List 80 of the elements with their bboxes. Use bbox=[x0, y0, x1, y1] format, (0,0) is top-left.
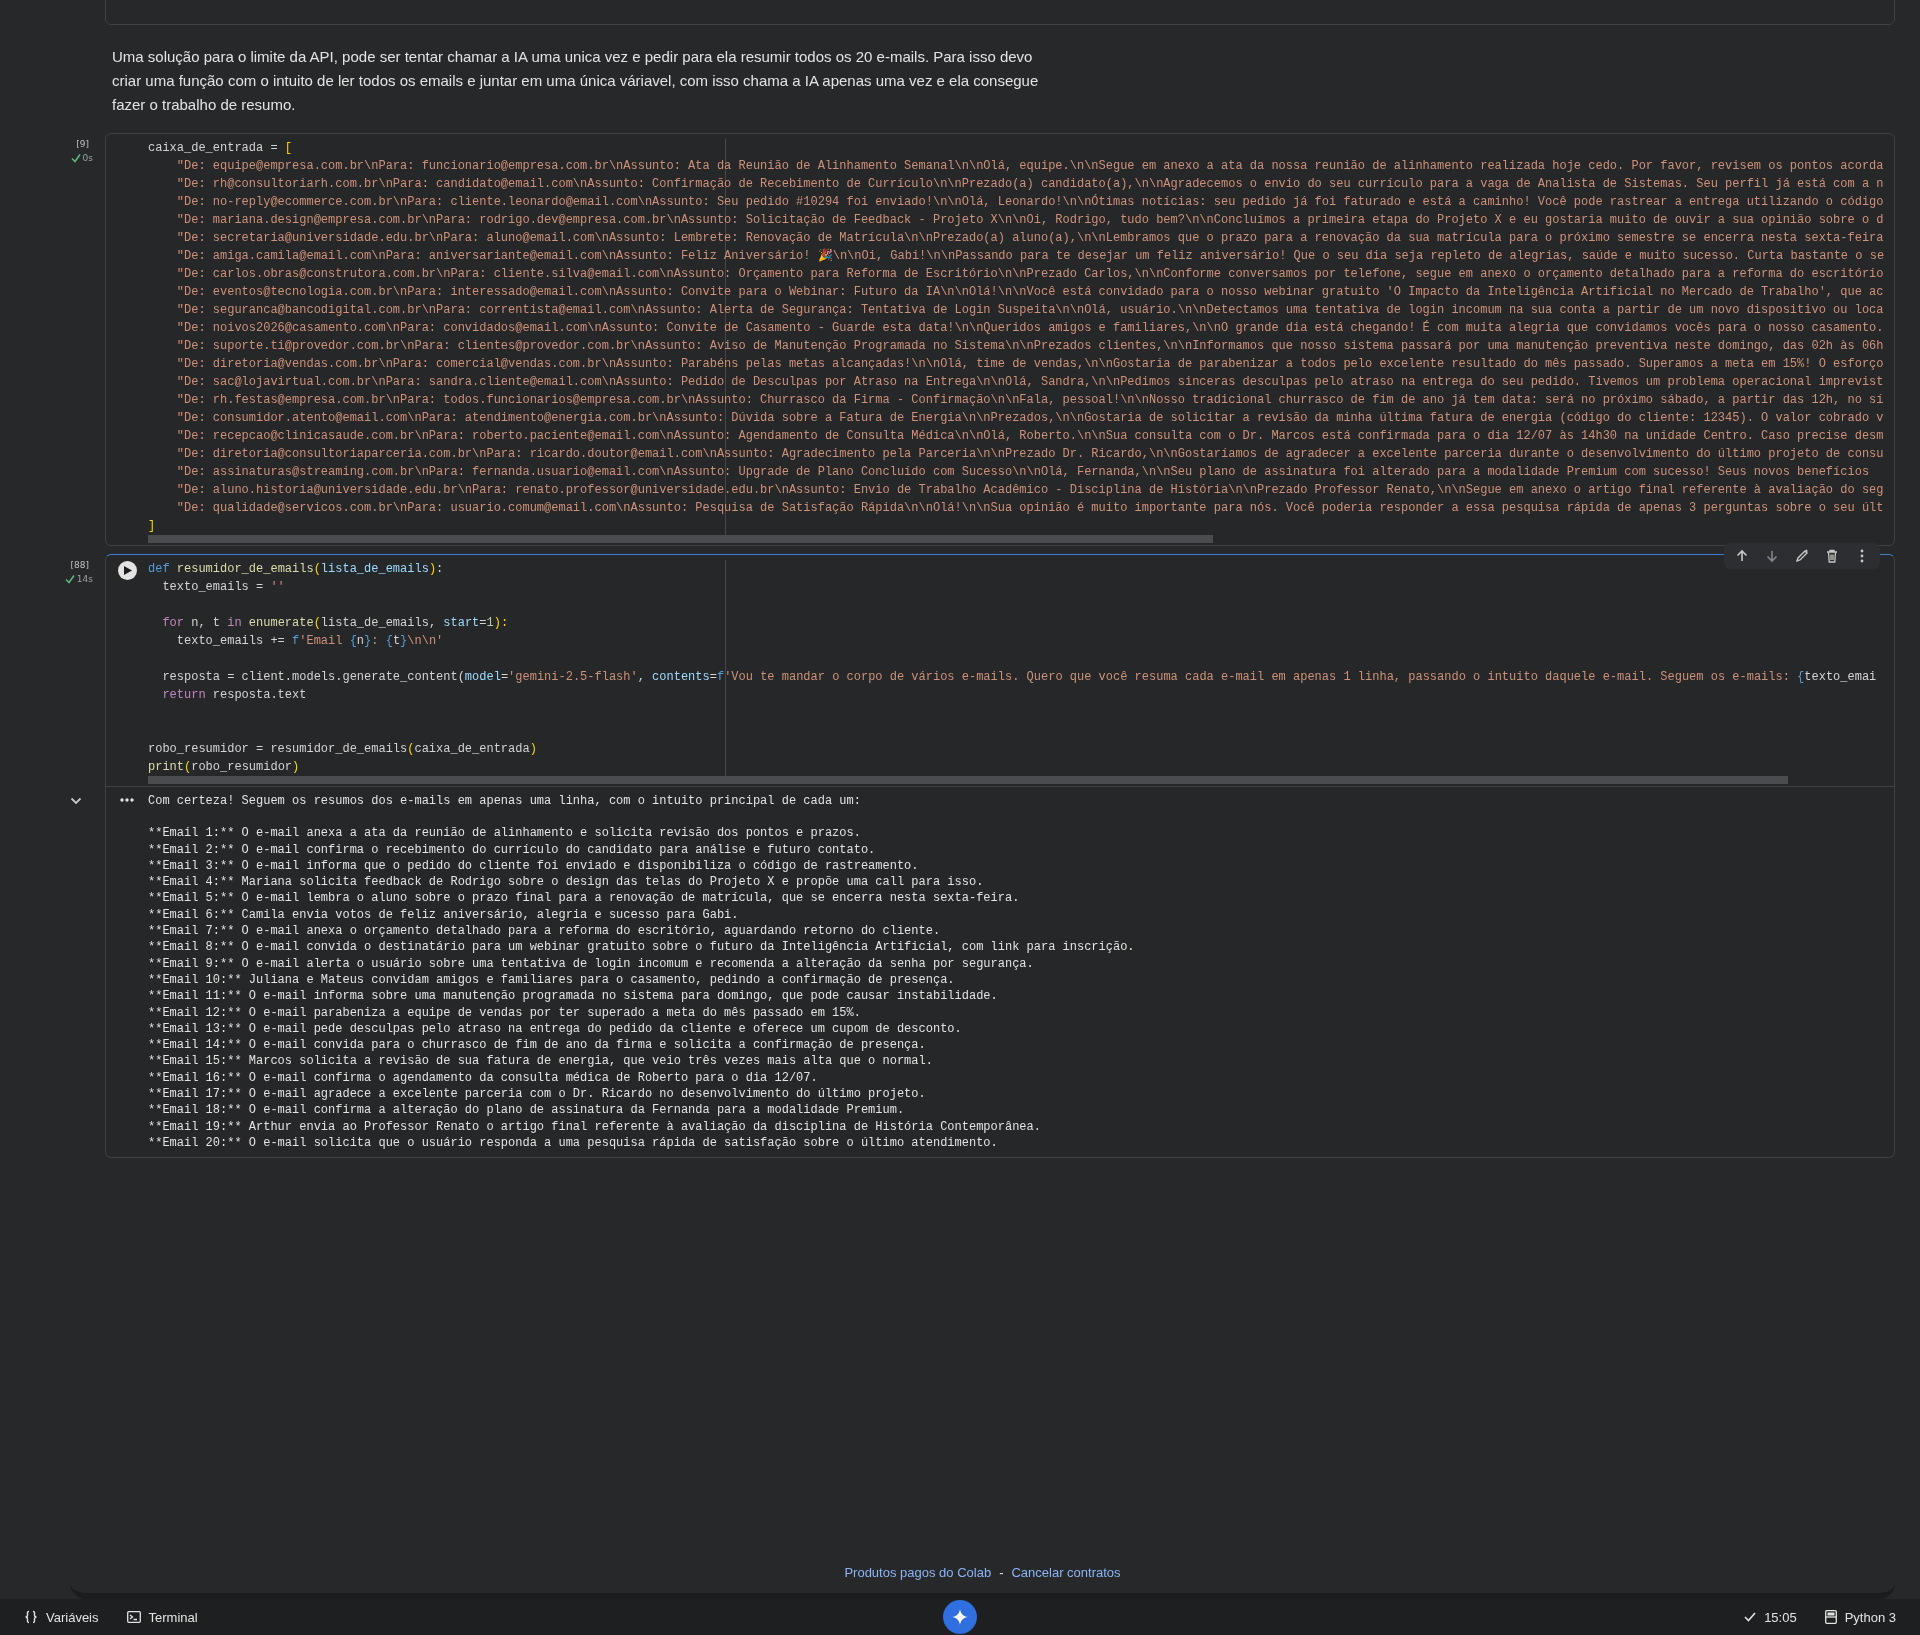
output-line: **Email 14:** O e-mail convida para o churrasco de fim de ano da firma e solicita a confirmação de presença. bbox=[148, 1037, 927, 1054]
output-line: **Email 10:** Juliana e Mateus convidam amigos e familiares para o casamento, pedindo a confirmação de presença. bbox=[148, 971, 956, 989]
code-line: "De: mariana.design@empresa.com.br\nPara: rodrigo.dev@empresa.com.br\nAssunto: Solicitação de Feedback - Projeto X\n\nOi, Rodrigo, tudo bem?\n\nConcluímos a primeira etapa do Projeto X e eu gostaria muito de ouvir a sua opinião sobre o d bbox=[175, 212, 1885, 229]
output-line: **Email 15:** Marcos solicita a revisão de sua fatura de energia, que veio três vezes mais alta que o normal. bbox=[148, 1053, 934, 1070]
code-line: "De: rh@consultoriarh.com.br\nPara: candidato@email.com\nAssunto: Confirmação de Recebimento de Currículo\n\nPrezado(a) candidato(a),\n\nAgradecemos o envio do seu currículo para a vaga de Analista de Sistemas. Seu perfil já está com a n bbox=[175, 176, 1885, 193]
code-line: "De: recepcao@clinicasaude.com.br\nPara: roberto.paciente@email.com\nAssunto: Agendamento de Consulta Médica\n\nOlá, Roberto.\n\nSua consulta com o Dr. Marcos está confirmada para o dia 12/07 às 14h30 na unidade Centro. Caso precise desm bbox=[175, 428, 1885, 445]
output-line: **Email 8:** O e-mail convida o destinatário para um webinar gratuito sobre o futuro da Inteligência Artificial, com link para inscrição. bbox=[148, 939, 1135, 956]
output-line: **Email 7:** O e-mail anexa o orçamento detalhado para a reforma do escritório, aguardando retorno do cliente. bbox=[148, 923, 942, 940]
code-line: "De: diretoria@vendas.com.br\nPara: comercial@vendas.com.br\nAssunto: Parabéns pelas metas alcançadas!\n\nOlá, time de vendas,\n\nGostaria de parabenizar a todos pelo excelente resultado do mês passado. Superamos a meta em 15%! O esforço bbox=[175, 356, 1885, 373]
code-line: "De: seguranca@bancodigital.com.br\nPara: correntista@email.com\nAssunto: Alerta de Segurança: Tentativa de Login Suspeita\n\nOlá, usuário.\n\nDetectamos uma tentativa de login incomum na sua conta a partir de um novo dispositivo ou loca bbox=[175, 302, 1885, 319]
code-line: print(robo_resumidor) bbox=[148, 759, 301, 776]
code-line: "De: aluno.historia@universidade.edu.br\nPara: renato.professor@universidade.edu.br\nAssunto: Envio de Trabalho Acadêmico - Disciplina de História\n\nPrezado Professor Renato,\n\nSegue em anexo o artigo final referente à avaliação do seg bbox=[175, 482, 1885, 499]
code-line: texto_emails = '' bbox=[161, 579, 286, 596]
code-line: caixa_de_entrada = [ bbox=[148, 140, 294, 157]
code-line: "De: sac@lojavirtual.com.br\nPara: sandra.cliente@email.com\nAssunto: Pedido de Desculpas por Atraso na Entrega\n\nOlá, Sandra,\n\nPedimos sinceras desculpas pelo atraso na entrega do seu pedido. Tivemos um problema operacional imprevist bbox=[175, 374, 1885, 391]
code-line: "De: equipe@empresa.com.br\nPara: funcionario@empresa.com.br\nAssunto: Ata da Reunião de Alinhamento Semanal\n\nOlá, equipe.\n\nSegue em anexo a ata da nossa reunião de alinhamento realizada hoje cedo. Por favor, revisem os pontos acorda bbox=[175, 158, 1885, 175]
server-icon bbox=[1824, 1610, 1837, 1624]
footer-link[interactable]: Cancelar contratos bbox=[1011, 1564, 1121, 1580]
separator-text: - bbox=[999, 1564, 1004, 1580]
output-line: **Email 4:** Mariana solicita feedback de Rodrigo sobre o design das telas do Projeto X e propõe uma call para isso. bbox=[148, 874, 985, 891]
output-line: **Email 18:** O e-mail confirma a alteração do plano de assinatura da Fernanda para a modalidade Premium. bbox=[148, 1102, 906, 1119]
scrollbar-thumb[interactable] bbox=[148, 535, 1213, 543]
scrollbar-thumb[interactable] bbox=[148, 776, 1788, 784]
execution-time: 14s bbox=[76, 574, 93, 584]
footer-link[interactable]: Produtos pagos do Colab bbox=[844, 1564, 992, 1580]
output-line: **Email 6:** Camila envia votos de feliz aniversário, alegria e sucesso para Gabi. bbox=[148, 906, 740, 924]
run-cell-button[interactable] bbox=[117, 561, 137, 580]
code-line: "De: assinaturas@streaming.com.br\nPara: fernanda.usuario@email.com\nAssunto: Upgrade de Plano Concluído com Sucesso\n\nOlá, Fernanda,\n\nSeu plano de assinatura foi alterado para a modalidade Premium com sucesso! Seus novos benefícios bbox=[175, 464, 1871, 481]
check-icon bbox=[1744, 1612, 1757, 1622]
code-line: "De: diretoria@consultoriaparceria.com.br\nPara: ricardo.doutor@email.com\nAssunto: Agradecimento pela Parceria\n\nPrezado Dr. Ricardo,\n\nGostaríamos de agradecer a excelente parceria durante o desenvolvimento do último projeto de consu bbox=[175, 446, 1885, 463]
code-line: for n, t in enumerate(lista_de_emails, start=1): bbox=[161, 615, 510, 632]
move-up-icon bbox=[1734, 548, 1750, 564]
variables-button[interactable]: Variáveis bbox=[20, 1607, 103, 1627]
code-line: "De: eventos@tecnologia.com.br\nPara: interessado@email.com\nAssunto: Convite para o Webinar: Futuro da IA\n\nOlá!\n\nVocê está convidado para o nosso webinar gratuito 'O Impacto da Inteligência Artificial no Mercado de Trabalho', que ac bbox=[175, 284, 1885, 301]
output-line: **Email 5:** O e-mail lembra o aluno sobre o prazo final para a renovação de matrícula, que se encerra nesta sexta-feira. bbox=[148, 890, 1021, 907]
runtime-button[interactable]: Python 3 bbox=[1820, 1607, 1900, 1627]
code-line: "De: qualidade@servicos.com.br\nPara: usuario.comum@email.com\nAssunto: Pesquisa de Satisfação Rápida\n\nOlá!\n\nSua opinião é muito importante para nós. Você poderia responder a essa pesquisa rápida de apenas 3 perguntas sobre o seu últ bbox=[175, 500, 1885, 517]
code-line: "De: noivos2026@casamento.com\nPara: convidados@email.com\nAssunto: Convite de Casamento - Guarde esta data!\n\nQueridos amigos e familiares,\n\nO grande dia está chegando! É com muita alegria que convidamos vocês para o nosso casamento. bbox=[175, 319, 1885, 337]
output-line: Com certeza! Seguem os resumos dos e-mails em apenas uma linha, com o intuito principal de cada um: bbox=[148, 793, 862, 810]
output-line: **Email 3:** O e-mail informa que o pedido do cliente foi enviado e disponibiliza o código de rastreamento. bbox=[148, 857, 920, 875]
code-line: "De: suporte.ti@provedor.com.br\nPara: clientes@provedor.com.br\nAssunto: Aviso de Manutenção Programada no Sistema\n\nPrezados clientes,\n\nInformamos que nosso sistema passará por uma manutenção preventiva neste domingo, das 02h às 06h bbox=[175, 338, 1885, 355]
delete-icon bbox=[1824, 548, 1840, 564]
code-line: "De: rh.festas@empresa.com.br\nPara: todos.funcionarios@empresa.com.br\nAssunto: Churrasco da Firma - Confirmação\n\nFala, pessoal!\n\nNosso tradicional churrasco de fim de ano já tem data: será no próximo sábado, a partir das 12h, no sí bbox=[175, 392, 1885, 409]
code-line: "De: no-reply@ecommerce.com.br\nPara: cliente.leonardo@email.com\nAssunto: Seu pedido #10294 foi enviado!\n\nOlá, Leonardo!\n\nÓtimas notícias: seu pedido já foi faturado e está a caminho! Você pode rastrear a entrega utilizando o código bbox=[175, 193, 1885, 211]
runtime-status-button[interactable]: 15:05 bbox=[1740, 1607, 1801, 1627]
execution-count: [9] bbox=[76, 139, 89, 149]
terminal-icon bbox=[126, 1611, 141, 1623]
code-line: return resposta.text bbox=[161, 687, 308, 704]
code-line: "De: secretaria@universidade.edu.br\nPara: aluno@email.com\nAssunto: Lembrete: Renovação de Matrícula\n\nPrezado(a) aluno(a),\n\nLembramos que o prazo para a renovação da sua matrícula para o próximo semestre se encerra nesta sexta-feira bbox=[175, 230, 1885, 247]
output-line: **Email 12:** O e-mail parabeniza a equipe de vendas por ter superado a meta do mês passado em 15%. bbox=[148, 1004, 862, 1021]
chevron-icon bbox=[70, 797, 82, 805]
output-line: **Email 11:** O e-mail informa sobre uma manutenção programada no sistema para domingo, que pode causar instabilidade. bbox=[148, 988, 999, 1005]
output-line: **Email 16:** O e-mail confirma o agendamento da consulta médica de Roberto para o dia 12/07. bbox=[148, 1069, 819, 1087]
move-down-icon bbox=[1764, 548, 1780, 564]
markdown-text: Uma solução para o limite da API, pode ser tentar chamar a IA uma unica vez e pedir para ela resumir todos os 20 e-mails. Para isso devo criar uma função com o intuito de ler todos os emails e juntar em uma única váriavel, com isso chama a IA apenas uma vez e ela consegue fazer o trabalho de resumo. bbox=[112, 47, 1040, 115]
output-line: **Email 9:** O e-mail alerta o usuário sobre uma tentativa de login incomum e recomenda a alteração da senha por segurança. bbox=[148, 955, 1035, 972]
code-line: texto_emails += f'Email {n}: {t}\n\n' bbox=[175, 633, 445, 650]
code-line: "De: amiga.camila@email.com\nPara: aniversariante@email.com\nAssunto: Feliz Aniversário! 🎉\n\nOi, Gabi!\n\nPassando para te desejar um feliz aniversário! Que o seu dia seja repleto de alegrias, saúde e muito sucesso. Curta bastante o se bbox=[175, 247, 1886, 265]
play-icon bbox=[124, 566, 132, 575]
code-line: def resumidor_de_emails(lista_de_emails): bbox=[148, 561, 445, 578]
execution-time: 0s bbox=[82, 153, 93, 163]
code-line: robo_resumidor = resumidor_de_emails(caixa_de_entrada) bbox=[148, 741, 538, 758]
output-line: **Email 17:** O e-mail agradece a excelente parceria com o Dr. Ricardo no desenvolvimento do último projeto. bbox=[148, 1086, 927, 1103]
output-line: **Email 1:** O e-mail anexa a ata da reunião de alinhamento e solicita revisão dos pontos e prazos. bbox=[148, 825, 862, 842]
output-line: **Email 2:** O e-mail confirma o recebimento do currículo do candidato para análise e futuro contato. bbox=[148, 841, 877, 858]
code-line: "De: consumidor.atento@email.com\nPara: atendimento@energia.com.br\nAssunto: Dúvida sobre a Fatura de Energia\n\nPrezados,\n\nGostaria de solicitar a revisão da minha última fatura de energia (código do cliente: 12345). O valor cobrado v bbox=[175, 410, 1885, 427]
code-line: ] bbox=[148, 518, 157, 535]
execution-count: [88] bbox=[70, 560, 89, 570]
output-line: **Email 13:** O e-mail pede desculpas pelo atraso na entrega do pedido da cliente e oferece um cupom de desconto. bbox=[148, 1020, 963, 1038]
terminal-button[interactable]: Terminal bbox=[122, 1607, 202, 1627]
code-line: "De: carlos.obras@construtora.com.br\nPara: cliente.silva@email.com\nAssunto: Orçamento para Reforma de Escritório\n\nPrezado Carlos,\n\nConforme conversamos por telefone, segue em anexo o orçamento detalhado para a reforma do escritório bbox=[175, 266, 1885, 283]
more-options-icon bbox=[120, 798, 134, 802]
output-line: **Email 20:** O e-mail solicita que o usuário responda a uma pesquisa rápida de satisfação sobre o último atendimento. bbox=[148, 1134, 999, 1152]
code-line: resposta = client.models.generate_content(model='gemini-2.5-flash', contents=f'Vou te mandar o corpo de vários e-mails. Quero que você resuma cada e-mail em apenas 1 linha, passando o intuito daquele e-mail. Seguem os e-mails: {texto_emai bbox=[161, 669, 1878, 686]
collapse-output-button[interactable] bbox=[68, 795, 84, 807]
braces-icon bbox=[24, 1610, 38, 1624]
pen-icon bbox=[1794, 548, 1810, 564]
ai-assistant-button[interactable] bbox=[943, 1600, 977, 1634]
output-line: **Email 19:** Arthur envia ao Professor Renato o artigo final referente à avaliação da disciplina de História Contemporânea. bbox=[148, 1118, 1042, 1135]
sparkle-icon bbox=[952, 1609, 968, 1625]
